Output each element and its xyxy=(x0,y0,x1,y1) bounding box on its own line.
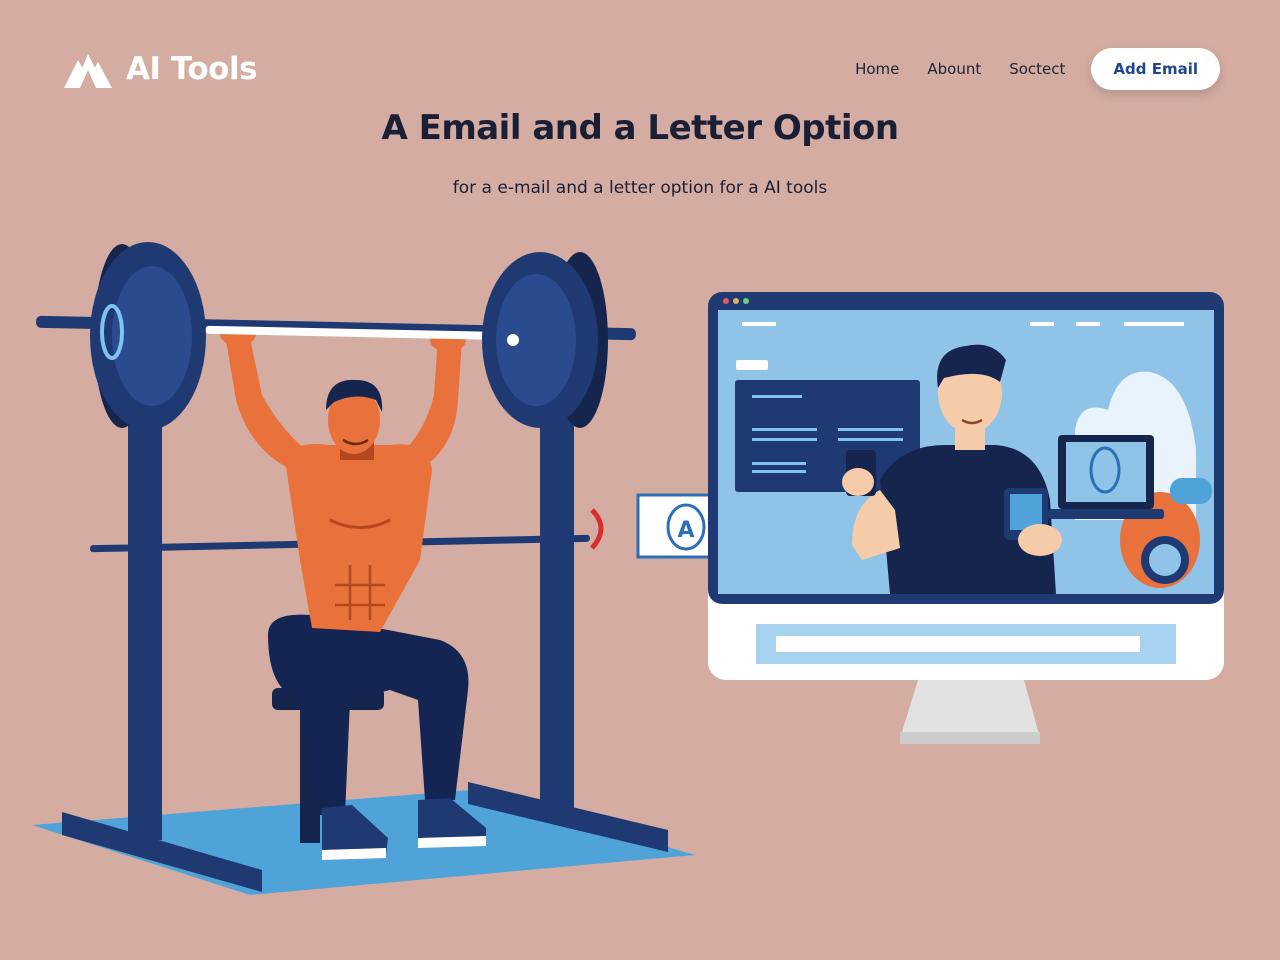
mountain-logo-icon xyxy=(64,54,112,88)
brand-name: AI Tools xyxy=(126,51,258,87)
monitor-input-bar xyxy=(776,636,1140,652)
add-email-button[interactable]: Add Email xyxy=(1091,48,1220,90)
page-title: A Email and a Letter Option xyxy=(381,108,899,148)
page-subtitle: for a e-mail and a letter option for a A… xyxy=(452,178,828,198)
rack-upright-right xyxy=(540,400,574,810)
rack-upright-left xyxy=(128,400,162,840)
nav-contact-link[interactable]: Soctect xyxy=(1009,60,1065,78)
brand-logo[interactable]: AI Tools xyxy=(64,48,258,90)
monitor-video-call-illustration xyxy=(708,292,1224,744)
nav-home-link[interactable]: Home xyxy=(855,60,899,78)
hero-illustration: A xyxy=(32,242,1224,895)
weightlifter-illustration xyxy=(32,242,695,895)
main-nav: Home Abount Soctect Add Email xyxy=(827,48,1220,90)
lifter-legs xyxy=(268,614,469,815)
nav-about-link[interactable]: Abount xyxy=(927,60,981,78)
ai-badge-label: A xyxy=(677,518,694,543)
